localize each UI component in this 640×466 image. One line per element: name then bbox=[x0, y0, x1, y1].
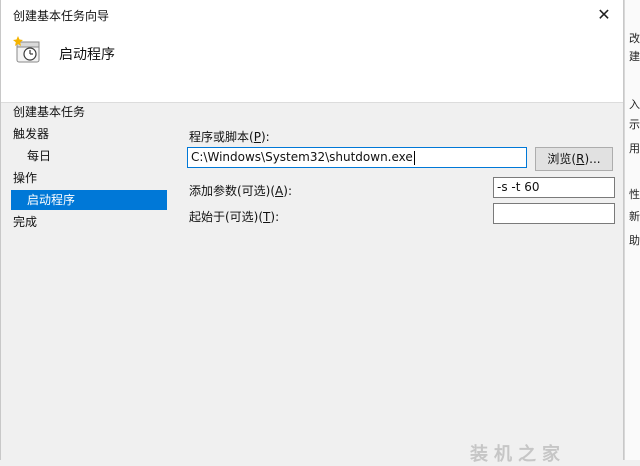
close-icon: ✕ bbox=[597, 4, 611, 24]
background-text: 用 bbox=[629, 142, 640, 155]
background-text: 改 bbox=[629, 32, 640, 45]
step-finish[interactable]: 完成 bbox=[13, 212, 37, 232]
text-caret bbox=[413, 150, 415, 165]
arguments-input[interactable]: -s -t 60 bbox=[493, 177, 615, 198]
wizard-header: 启动程序 bbox=[1, 28, 623, 103]
background-text: 性 bbox=[629, 188, 640, 201]
start-in-input[interactable] bbox=[493, 203, 615, 224]
start-in-label: 起始于(可选)(T): bbox=[189, 210, 280, 224]
background-text: 新 bbox=[629, 210, 640, 223]
background-text: 建 bbox=[629, 50, 640, 63]
background-text: 入 bbox=[629, 98, 640, 111]
add-arguments-label: 添加参数(可选)(A): bbox=[189, 184, 292, 198]
program-script-input[interactable]: C:\Windows\System32\shutdown.exe bbox=[187, 147, 527, 168]
background-text: 助 bbox=[629, 234, 640, 247]
step-create-basic-task[interactable]: 创建基本任务 bbox=[13, 102, 85, 122]
close-button[interactable]: ✕ bbox=[589, 0, 619, 28]
step-trigger[interactable]: 触发器 bbox=[13, 124, 49, 144]
window-title: 创建基本任务向导 bbox=[13, 9, 110, 23]
background-window-edge: 改 建 入 示 用 性 新 助 bbox=[624, 0, 640, 460]
title-bar[interactable]: 创建基本任务向导 ✕ bbox=[1, 0, 623, 28]
scheduled-task-icon bbox=[13, 36, 40, 63]
step-daily[interactable]: 每日 bbox=[27, 146, 51, 166]
step-start-program[interactable]: 启动程序 bbox=[11, 190, 167, 210]
page-heading: 启动程序 bbox=[59, 47, 115, 63]
browse-button[interactable]: 浏览(R)... bbox=[535, 147, 613, 171]
watermark-text: 装机之家 bbox=[470, 444, 566, 465]
wizard-steps-sidebar: 创建基本任务 触发器 每日 操作 启动程序 完成 bbox=[1, 102, 169, 460]
program-script-label: 程序或脚本(P): bbox=[189, 130, 270, 144]
background-text: 示 bbox=[629, 118, 640, 131]
create-basic-task-wizard-dialog: 创建基本任务向导 ✕ 启动程序 创建基本任务 触发器 每日 操作 启动程序 完成… bbox=[0, 0, 624, 460]
step-action[interactable]: 操作 bbox=[13, 168, 37, 188]
